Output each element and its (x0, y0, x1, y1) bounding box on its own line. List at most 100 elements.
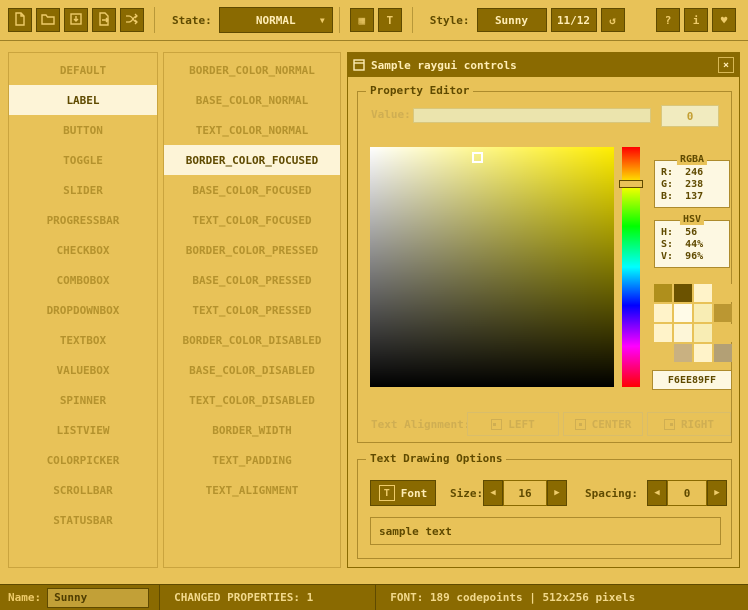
properties-list-item[interactable]: TEXT_COLOR_PRESSED (164, 295, 340, 325)
grid-icon: ▦ (358, 14, 365, 27)
properties-list-item[interactable]: BORDER_WIDTH (164, 415, 340, 445)
size-value-box[interactable]: 16 (503, 480, 547, 506)
properties-list-item[interactable]: BASE_COLOR_DISABLED (164, 355, 340, 385)
toolbar-divider (412, 7, 413, 33)
controls-list-item[interactable]: CHECKBOX (9, 235, 157, 265)
toolbar: State: NORMAL ▼ ▦ T Style: Sunny 11/12 ↺… (0, 0, 748, 41)
palette-swatch[interactable] (694, 284, 712, 302)
palette-swatch[interactable] (694, 324, 712, 342)
properties-list-item[interactable]: BASE_COLOR_PRESSED (164, 265, 340, 295)
hex-color-input[interactable]: F6EE89FF (652, 370, 732, 390)
color-picker-cursor[interactable] (472, 152, 483, 163)
arrow-right-icon: ▶ (554, 488, 559, 498)
properties-list-item[interactable]: BORDER_COLOR_NORMAL (164, 55, 340, 85)
hue-handle[interactable] (619, 180, 643, 188)
align-left-toggle[interactable]: LEFT (467, 412, 559, 436)
palette-swatch[interactable] (694, 304, 712, 322)
palette-swatch[interactable] (674, 344, 692, 362)
size-decrement-button[interactable]: ◀ (483, 480, 503, 506)
controls-list-item-selected[interactable]: LABEL (9, 85, 157, 115)
style-counter-button[interactable]: 11/12 (551, 8, 597, 32)
shuffle-icon (124, 11, 140, 30)
palette-swatch[interactable] (654, 304, 672, 322)
controls-list-item[interactable]: VALUEBOX (9, 355, 157, 385)
controls-list-item[interactable]: SPINNER (9, 385, 157, 415)
color-saturation-panel[interactable] (370, 147, 614, 387)
properties-list-item[interactable]: BASE_COLOR_FOCUSED (164, 175, 340, 205)
align-center-toggle[interactable]: CENTER (563, 412, 643, 436)
palette-swatch[interactable] (714, 344, 732, 362)
properties-list-item[interactable]: TEXT_COLOR_DISABLED (164, 385, 340, 415)
sample-text-input[interactable]: sample text (370, 517, 721, 545)
controls-list-item[interactable]: COLORPICKER (9, 445, 157, 475)
new-file-icon (12, 11, 28, 30)
palette-swatch[interactable] (654, 344, 672, 362)
style-name-label: Name: (8, 591, 41, 604)
controls-list-item[interactable]: COMBOBOX (9, 265, 157, 295)
properties-list-item[interactable]: BASE_COLOR_NORMAL (164, 85, 340, 115)
properties-list-item[interactable]: TEXT_PADDING (164, 445, 340, 475)
open-folder-icon (40, 11, 56, 30)
properties-list-item[interactable]: TEXT_ALIGNMENT (164, 475, 340, 505)
export-style-button[interactable] (92, 8, 116, 32)
palette-swatch[interactable] (714, 284, 732, 302)
controls-list-item[interactable]: DEFAULT (9, 55, 157, 85)
controls-list-item[interactable]: PROGRESSBAR (9, 205, 157, 235)
palette-swatch[interactable] (694, 344, 712, 362)
style-name-input[interactable]: Sunny (47, 588, 149, 608)
sponsor-button[interactable]: ♥ (712, 8, 736, 32)
controls-list-item[interactable]: TOGGLE (9, 145, 157, 175)
help-button[interactable]: ? (656, 8, 680, 32)
size-label: Size: (450, 480, 483, 506)
load-style-button[interactable] (36, 8, 60, 32)
save-style-button[interactable] (64, 8, 88, 32)
statusbar: Name: Sunny CHANGED PROPERTIES: 1 FONT: … (0, 584, 748, 610)
size-increment-button[interactable]: ▶ (547, 480, 567, 506)
about-button[interactable]: i (684, 8, 708, 32)
load-font-button[interactable]: T Font (370, 480, 436, 506)
new-style-button[interactable] (8, 8, 32, 32)
palette-swatch[interactable] (674, 324, 692, 342)
controls-list-item[interactable]: SLIDER (9, 175, 157, 205)
properties-list-item[interactable]: TEXT_COLOR_FOCUSED (164, 205, 340, 235)
properties-list-item[interactable]: BORDER_COLOR_DISABLED (164, 325, 340, 355)
palette-swatch[interactable] (714, 304, 732, 322)
palette-swatch[interactable] (654, 324, 672, 342)
value-slider[interactable] (413, 108, 651, 123)
text-icon: T (379, 485, 395, 501)
controls-list-item[interactable]: DROPDOWNBOX (9, 295, 157, 325)
properties-list-item[interactable]: TEXT_COLOR_NORMAL (164, 115, 340, 145)
controls-list-item[interactable]: SCROLLBAR (9, 475, 157, 505)
palette-swatch[interactable] (674, 284, 692, 302)
reload-style-button[interactable]: ↺ (601, 8, 625, 32)
sample-controls-window: Sample raygui controls × Property Editor… (347, 52, 740, 568)
controls-list-item[interactable]: STATUSBAR (9, 505, 157, 535)
style-name-button[interactable]: Sunny (477, 8, 547, 32)
spacing-decrement-button[interactable]: ◀ (647, 480, 667, 506)
window-titlebar[interactable]: Sample raygui controls × (348, 53, 739, 77)
controls-list-item[interactable]: LISTVIEW (9, 415, 157, 445)
palette-swatch[interactable] (714, 324, 732, 342)
question-icon: ? (665, 14, 672, 27)
random-style-button[interactable] (120, 8, 144, 32)
font-atlas-button[interactable]: T (378, 8, 402, 32)
spacing-value-box[interactable]: 0 (667, 480, 707, 506)
properties-list-item[interactable]: BORDER_COLOR_PRESSED (164, 235, 340, 265)
state-dropdown[interactable]: NORMAL ▼ (219, 7, 333, 33)
hsv-readout: HSV H: 56 S: 44% V: 96% (654, 220, 730, 268)
properties-list-item-selected[interactable]: BORDER_COLOR_FOCUSED (164, 145, 340, 175)
controls-table-button[interactable]: ▦ (350, 8, 374, 32)
properties-list: BORDER_COLOR_NORMAL BASE_COLOR_NORMAL TE… (163, 52, 341, 568)
close-button[interactable]: × (718, 57, 734, 73)
state-label: State: (172, 14, 212, 27)
info-icon: i (693, 14, 700, 27)
align-right-toggle[interactable]: RIGHT (647, 412, 731, 436)
property-editor-group: Property Editor Value: 0 RGBA R: 246 G: … (357, 91, 732, 443)
palette-swatch[interactable] (674, 304, 692, 322)
controls-list-item[interactable]: TEXTBOX (9, 325, 157, 355)
palette-swatch[interactable] (654, 284, 672, 302)
value-box[interactable]: 0 (661, 105, 719, 127)
controls-list-item[interactable]: BUTTON (9, 115, 157, 145)
spacing-increment-button[interactable]: ▶ (707, 480, 727, 506)
rgba-readout: RGBA R: 246 G: 238 B: 137 (654, 160, 730, 208)
